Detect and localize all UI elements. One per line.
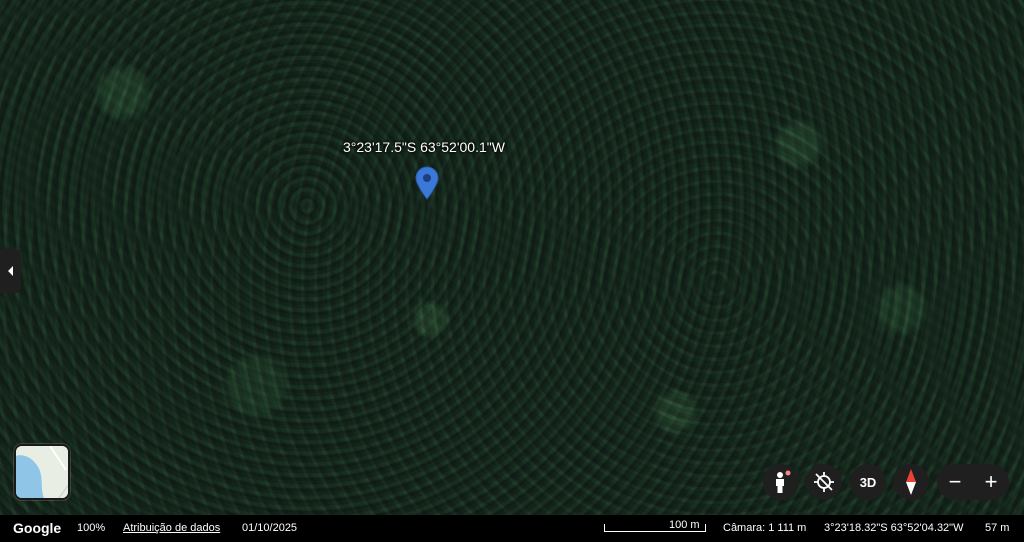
compass-icon: [906, 469, 916, 495]
map-layer-icon: [16, 446, 68, 498]
elevation: 57 m: [985, 522, 1010, 534]
scale-bar: [604, 524, 706, 532]
data-attribution-link[interactable]: Atribuição de dados: [123, 522, 220, 534]
forest-canopy-imagery: [0, 0, 1024, 515]
cursor-coordinates: 3°23'18.32"S 63°52'04.32"W: [824, 522, 964, 534]
layer-switcher-thumbnail[interactable]: [14, 444, 70, 500]
status-bar: Google 100% Atribuição de dados 01/10/20…: [0, 515, 1024, 542]
location-off-icon: [814, 472, 834, 492]
street-view-button[interactable]: [763, 464, 799, 500]
zoom-out-button[interactable]: −: [937, 464, 973, 500]
camera-altitude: Câmara: 1 111 m: [723, 522, 807, 534]
imagery-date: 01/10/2025: [242, 522, 298, 534]
google-logo: Google: [13, 520, 62, 536]
pegman-icon: [776, 470, 791, 493]
zoom-in-button[interactable]: +: [973, 464, 1009, 500]
marker-coordinates-label: 3°23'17.5"S 63°52'00.1"W: [343, 139, 505, 155]
satellite-map[interactable]: 3°23'17.5"S 63°52'00.1"W: [0, 0, 1024, 515]
compass-button[interactable]: [893, 464, 929, 500]
recenter-button[interactable]: [806, 464, 842, 500]
chevron-left-icon: [7, 266, 13, 276]
zoom-percent: 100%: [77, 522, 106, 534]
toggle-3d-button[interactable]: 3D: [850, 464, 886, 500]
zoom-controls: − +: [937, 464, 1009, 500]
sidebar-toggle-button[interactable]: [0, 249, 21, 293]
location-pin-icon[interactable]: [414, 166, 440, 200]
